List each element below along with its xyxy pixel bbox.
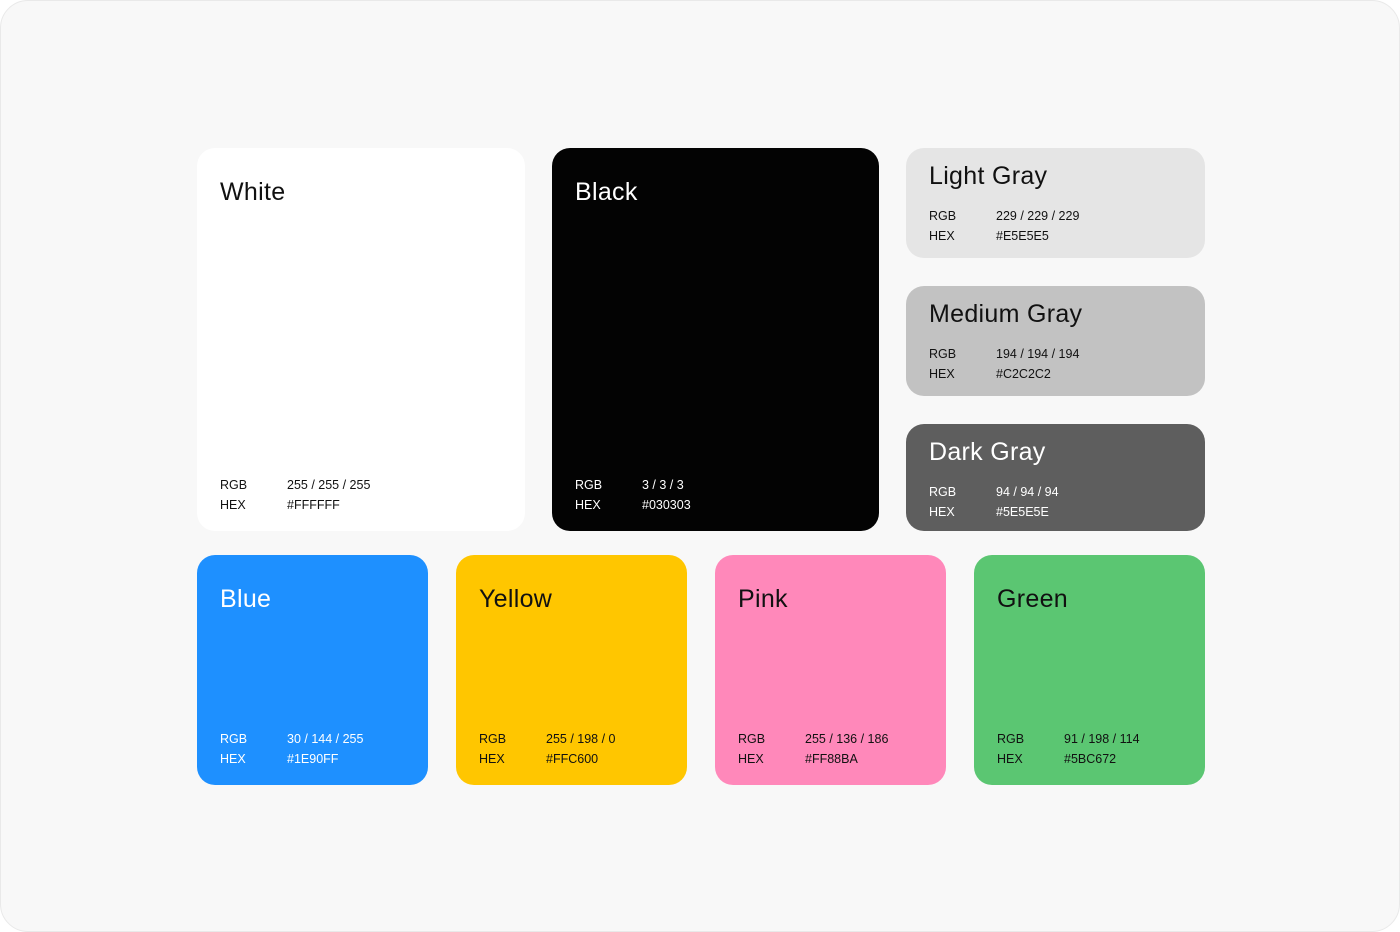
rgb-value: 30 / 144 / 255	[287, 732, 364, 746]
swatch-name: Medium Gray	[929, 300, 1083, 328]
swatch-codes: RGB 30 / 144 / 255 HEX #1E90FF	[220, 729, 363, 769]
rgb-value: 194 / 194 / 194	[996, 347, 1080, 361]
hex-label: HEX	[997, 752, 1023, 766]
swatch-card-blue: Blue RGB 30 / 144 / 255 HEX #1E90FF	[197, 555, 428, 785]
hex-label: HEX	[929, 367, 955, 381]
hex-label: HEX	[929, 505, 955, 519]
hex-label: HEX	[479, 752, 505, 766]
rgb-label: RGB	[929, 347, 957, 361]
rgb-label: RGB	[575, 478, 603, 492]
hex-value: #FFC600	[546, 752, 599, 766]
rgb-label: RGB	[738, 732, 766, 746]
swatch-card-dark-gray: Dark Gray RGB 94 / 94 / 94 HEX #5E5E5E	[906, 424, 1205, 531]
swatch-name: White	[220, 178, 286, 206]
swatch-codes: RGB 255 / 136 / 186 HEX #FF88BA	[738, 729, 888, 769]
rgb-value: 94 / 94 / 94	[996, 485, 1059, 499]
swatch-name: Pink	[738, 585, 788, 613]
swatch-codes: RGB 194 / 194 / 194 HEX #C2C2C2	[929, 344, 1182, 384]
hex-value: #E5E5E5	[996, 229, 1049, 243]
swatch-card-pink: Pink RGB 255 / 136 / 186 HEX #FF88BA	[715, 555, 946, 785]
hex-value: #5BC672	[1064, 752, 1117, 766]
hex-value: #5E5E5E	[996, 505, 1049, 519]
hex-value: #1E90FF	[287, 752, 339, 766]
rgb-label: RGB	[220, 478, 248, 492]
hex-label: HEX	[220, 752, 246, 766]
rgb-label: RGB	[929, 209, 957, 223]
swatch-name: Black	[575, 178, 638, 206]
swatch-card-white: White RGB 255 / 255 / 255 HEX #FFFFFF	[197, 148, 525, 531]
rgb-value: 255 / 255 / 255	[287, 478, 371, 492]
rgb-label: RGB	[997, 732, 1025, 746]
swatch-name: Yellow	[479, 585, 553, 613]
rgb-label: RGB	[479, 732, 507, 746]
swatch-codes: RGB 94 / 94 / 94 HEX #5E5E5E	[929, 482, 1182, 522]
swatch-card-black: Black RGB 3 / 3 / 3 HEX #030303	[552, 148, 879, 531]
rgb-value: 255 / 198 / 0	[546, 732, 616, 746]
hex-value: #FFFFFF	[287, 498, 340, 512]
swatch-name: Green	[997, 585, 1068, 613]
swatch-codes: RGB 91 / 198 / 114 HEX #5BC672	[997, 729, 1140, 769]
hex-value: #030303	[642, 498, 691, 512]
rgb-value: 255 / 136 / 186	[805, 732, 889, 746]
hex-label: HEX	[220, 498, 246, 512]
hex-value: #FF88BA	[805, 752, 858, 766]
swatch-name: Light Gray	[929, 162, 1048, 190]
swatch-name: Dark Gray	[929, 438, 1046, 466]
swatch-card-green: Green RGB 91 / 198 / 114 HEX #5BC672	[974, 555, 1205, 785]
swatch-card-light-gray: Light Gray RGB 229 / 229 / 229 HEX #E5E5E5	[906, 148, 1205, 258]
rgb-value: 229 / 229 / 229	[996, 209, 1080, 223]
hex-label: HEX	[575, 498, 601, 512]
rgb-value: 3 / 3 / 3	[642, 478, 684, 492]
hex-value: #C2C2C2	[996, 367, 1051, 381]
rgb-value: 91 / 198 / 114	[1064, 732, 1140, 746]
hex-label: HEX	[929, 229, 955, 243]
swatch-codes: RGB 3 / 3 / 3 HEX #030303	[575, 475, 691, 515]
rgb-label: RGB	[220, 732, 248, 746]
swatch-codes: RGB 229 / 229 / 229 HEX #E5E5E5	[929, 206, 1182, 246]
hex-label: HEX	[738, 752, 764, 766]
swatch-codes: RGB 255 / 198 / 0 HEX #FFC600	[479, 729, 616, 769]
rgb-label: RGB	[929, 485, 957, 499]
swatch-codes: RGB 255 / 255 / 255 HEX #FFFFFF	[220, 475, 370, 515]
swatch-card-yellow: Yellow RGB 255 / 198 / 0 HEX #FFC600	[456, 555, 687, 785]
swatch-name: Blue	[220, 585, 272, 613]
palette-board: White RGB 255 / 255 / 255 HEX #FFFFFF Blac…	[0, 0, 1400, 932]
swatch-card-medium-gray: Medium Gray RGB 194 / 194 / 194 HEX #C2C2C…	[906, 286, 1205, 396]
